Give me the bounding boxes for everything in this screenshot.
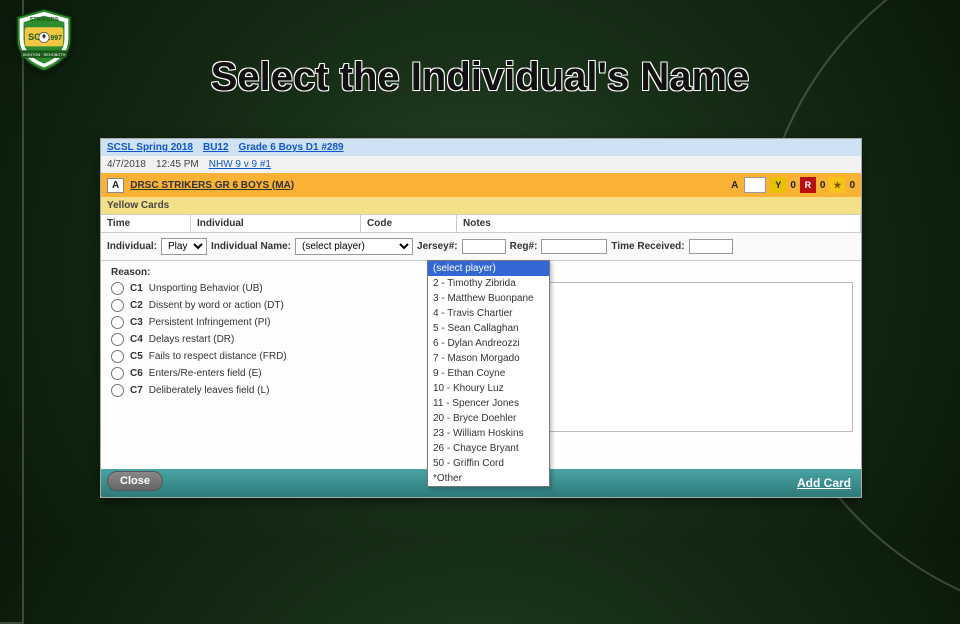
individual-name-select[interactable]: (select player): [295, 238, 413, 255]
reason-text: Deliberately leaves field (L): [149, 385, 270, 396]
match-time: 12:45 PM: [156, 159, 199, 170]
reason-code: C5: [130, 351, 143, 362]
add-card-button[interactable]: Add Card: [797, 476, 851, 490]
match-subheader: 4/7/2018 12:45 PM NHW 9 v 9 #1: [101, 156, 861, 173]
score-side-label: A: [731, 180, 738, 191]
reason-text: Fails to respect distance (FRD): [149, 351, 287, 362]
reason-section: Reason: C1 Unsporting Behavior (UB) C2 Diss…: [101, 261, 429, 437]
player-option[interactable]: (select player): [428, 261, 549, 276]
reason-text: Enters/Re-enters field (E): [149, 368, 262, 379]
col-time: Time: [101, 215, 191, 232]
match-date: 4/7/2018: [107, 159, 146, 170]
col-code: Code: [361, 215, 457, 232]
reason-row: C3 Persistent Infringement (PI): [111, 316, 419, 329]
jersey-input[interactable]: [462, 239, 506, 254]
red-chip-icon: R: [800, 177, 816, 193]
time-received-input[interactable]: [689, 239, 733, 254]
player-option[interactable]: 4 - Travis Chartier: [428, 306, 549, 321]
reason-text: Delays restart (DR): [149, 334, 235, 345]
slide-title: Select the Individual's Name: [0, 55, 960, 100]
division-link[interactable]: Grade 6 Boys D1 #289: [239, 142, 344, 153]
league-header: SCSL Spring 2018 BU12 Grade 6 Boys D1 #2…: [101, 139, 861, 156]
reg-label: Reg#:: [510, 241, 538, 252]
reason-text: Unsporting Behavior (UB): [149, 283, 263, 294]
player-option[interactable]: 9 - Ethan Coyne: [428, 366, 549, 381]
reason-code: C4: [130, 334, 143, 345]
reason-radio[interactable]: [111, 350, 124, 363]
cards-table-header: Time Individual Code Notes: [101, 214, 861, 233]
reg-input[interactable]: [541, 239, 607, 254]
reason-header: Reason:: [111, 267, 419, 278]
close-button[interactable]: Close: [107, 471, 163, 491]
reason-radio[interactable]: [111, 384, 124, 397]
league-link[interactable]: SCSL Spring 2018: [107, 142, 193, 153]
reason-row: C7 Deliberately leaves field (L): [111, 384, 419, 397]
group-link[interactable]: BU12: [203, 142, 229, 153]
player-option[interactable]: 26 - Chayce Bryant: [428, 441, 549, 456]
player-option[interactable]: 2 - Timothy Zibrida: [428, 276, 549, 291]
player-option[interactable]: 5 - Sean Callaghan: [428, 321, 549, 336]
svg-text:STRIKERS: STRIKERS: [29, 17, 58, 23]
reason-code: C7: [130, 385, 143, 396]
jersey-label: Jersey#:: [417, 241, 458, 252]
reason-row: C6 Enters/Re-enters field (E): [111, 367, 419, 380]
player-option[interactable]: 10 - Khoury Luz: [428, 381, 549, 396]
reason-row: C4 Delays restart (DR): [111, 333, 419, 346]
player-dropdown-list[interactable]: (select player)2 - Timothy Zibrida3 - Ma…: [427, 260, 550, 487]
col-individual: Individual: [191, 215, 361, 232]
reason-radio[interactable]: [111, 299, 124, 312]
reason-text: Persistent Infringement (PI): [149, 317, 271, 328]
player-option[interactable]: 20 - Bryce Doehler: [428, 411, 549, 426]
player-option[interactable]: 6 - Dylan Andreozzi: [428, 336, 549, 351]
player-option[interactable]: *Other: [428, 471, 549, 486]
time-received-label: Time Received:: [611, 241, 684, 252]
reason-code: C3: [130, 317, 143, 328]
reason-row: C5 Fails to respect distance (FRD): [111, 350, 419, 363]
star-icon: ★: [829, 177, 845, 193]
player-option[interactable]: 11 - Spencer Jones: [428, 396, 549, 411]
col-notes: Notes: [457, 215, 861, 232]
reason-code: C6: [130, 368, 143, 379]
team-name-link[interactable]: DRSC STRIKERS GR 6 BOYS (MA): [130, 180, 294, 191]
match-card-dialog: SCSL Spring 2018 BU12 Grade 6 Boys D1 #2…: [100, 138, 862, 498]
section-header: Yellow Cards: [101, 197, 861, 214]
reason-radio[interactable]: [111, 333, 124, 346]
reason-radio[interactable]: [111, 282, 124, 295]
red-count: 0: [820, 180, 826, 191]
reason-code: C2: [130, 300, 143, 311]
player-option[interactable]: 7 - Mason Morgado: [428, 351, 549, 366]
star-count: 0: [849, 180, 855, 191]
team-score-bar: A DRSC STRIKERS GR 6 BOYS (MA) A Y 0 R 0…: [101, 173, 861, 197]
reason-text: Dissent by word or action (DT): [149, 300, 284, 311]
individual-type-select[interactable]: Player: [161, 238, 207, 255]
match-link[interactable]: NHW 9 v 9 #1: [209, 159, 271, 170]
player-option[interactable]: 3 - Matthew Buonpane: [428, 291, 549, 306]
yellow-count: 0: [790, 180, 796, 191]
team-side-badge: A: [107, 178, 124, 193]
individual-name-label: Individual Name:: [211, 241, 291, 252]
reason-radio[interactable]: [111, 367, 124, 380]
reason-row: C1 Unsporting Behavior (UB): [111, 282, 419, 295]
player-option[interactable]: 50 - Griffin Cord: [428, 456, 549, 471]
reason-row: C2 Dissent by word or action (DT): [111, 299, 419, 312]
reason-code: C1: [130, 283, 143, 294]
card-entry-form: Individual: Player Individual Name: (sel…: [101, 233, 861, 261]
score-input[interactable]: [744, 177, 766, 193]
yellow-chip-icon: Y: [770, 177, 786, 193]
individual-label: Individual:: [107, 241, 157, 252]
player-option[interactable]: 23 - William Hoskins: [428, 426, 549, 441]
reason-radio[interactable]: [111, 316, 124, 329]
